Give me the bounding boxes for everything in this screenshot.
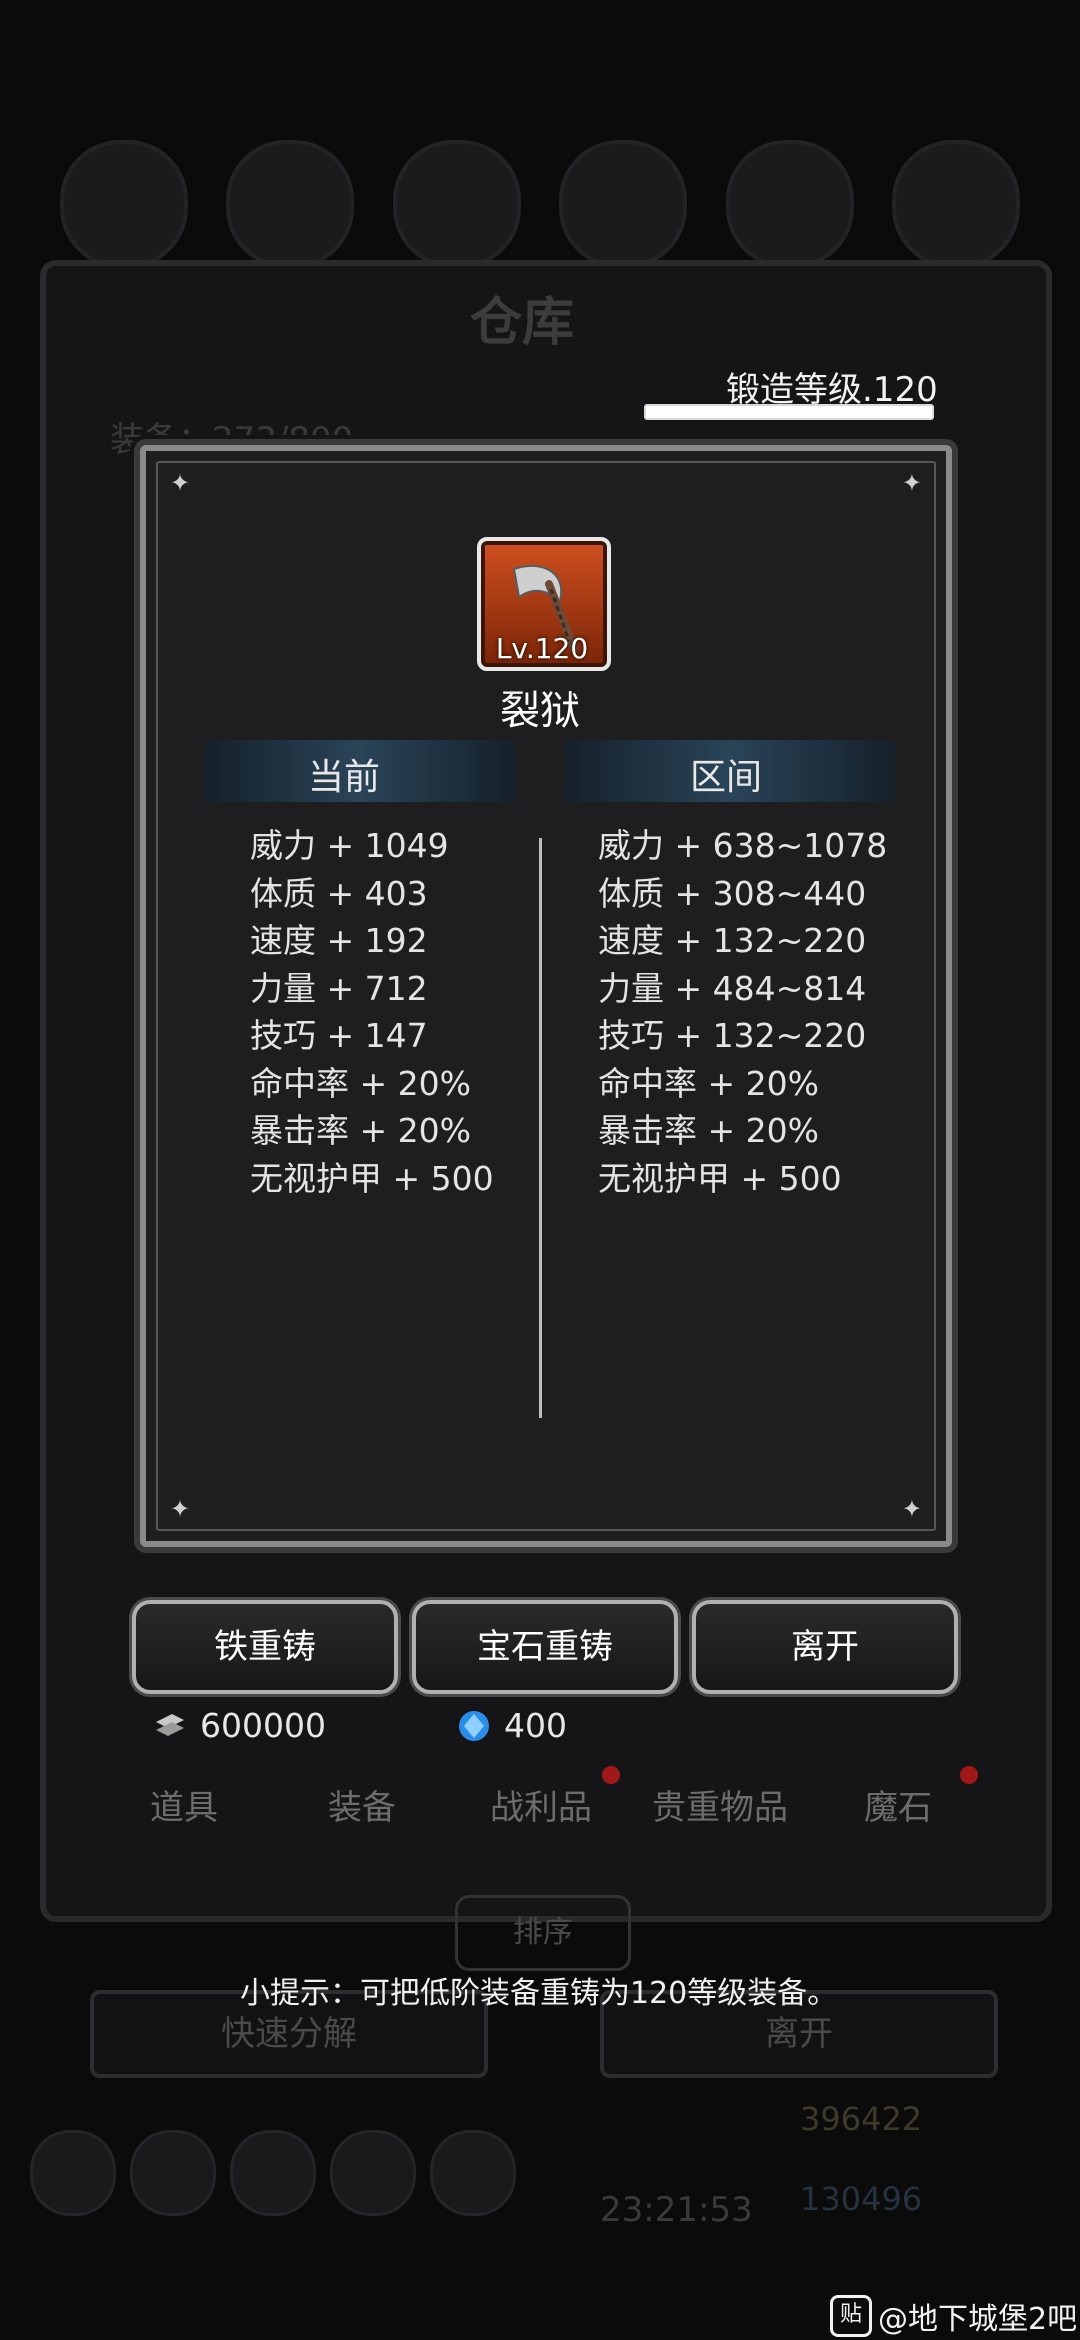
- current-stat: 无视护甲 + 500: [250, 1158, 494, 1198]
- tab-equipment[interactable]: 装备: [328, 1780, 396, 1829]
- watermark: 贴 @地下城堡2吧: [830, 2294, 1077, 2338]
- menu-icon: [230, 2130, 316, 2216]
- item-level: Lv.120: [495, 632, 589, 665]
- range-stat: 命中率 + 20%: [598, 1063, 819, 1103]
- corner-sparkle-icon: ✦: [170, 469, 191, 497]
- range-stat: 速度 + 132~220: [598, 921, 867, 960]
- range-stats-list: 威力 + 638~1078 体质 + 308~440 速度 + 132~220 …: [598, 822, 887, 1202]
- forge-progress-bar: [644, 404, 934, 420]
- category-icon: [559, 140, 688, 268]
- current-stat: 体质 + 403: [250, 873, 428, 913]
- menu-icon: [430, 2130, 516, 2216]
- category-icon: [725, 140, 854, 268]
- tieba-logo-icon: 贴: [830, 2295, 872, 2337]
- timer: 23:21:53: [600, 2190, 753, 2230]
- range-stat: 威力 + 638~1078: [598, 826, 888, 865]
- tab-magic-stones[interactable]: 魔石: [864, 1780, 932, 1829]
- current-stat: 威力 + 1049: [250, 826, 449, 865]
- range-stat: 技巧 + 132~220: [598, 1016, 867, 1055]
- background-category-icons: [60, 140, 1020, 268]
- menu-icon: [330, 2130, 416, 2216]
- range-stat: 暴击率 + 20%: [598, 1111, 819, 1150]
- current-stat: 速度 + 192: [250, 921, 428, 960]
- menu-icon: [130, 2130, 216, 2216]
- category-icon: [226, 140, 355, 268]
- tab-valuables[interactable]: 贵重物品: [652, 1780, 788, 1829]
- warehouse-tabs: 道具 装备 战利品 贵重物品 魔石: [120, 1766, 978, 1840]
- blue-gem-icon: [459, 1710, 489, 1741]
- range-stat: 体质 + 308~440: [598, 873, 867, 913]
- category-icon: [60, 140, 188, 268]
- range-stat: 力量 + 484~814: [598, 968, 867, 1008]
- current-stat: 暴击率 + 20%: [250, 1111, 471, 1150]
- loot-notification-dot: [602, 1766, 620, 1784]
- corner-sparkle-icon: ✦: [901, 469, 922, 497]
- gem-amount: 400: [504, 1706, 567, 1745]
- corner-sparkle-icon: ✦: [170, 1495, 191, 1523]
- magic-stone-notification-dot: [960, 1766, 978, 1784]
- watermark-text: @地下城堡2吧: [878, 2302, 1078, 2337]
- current-stat: 力量 + 712: [250, 968, 428, 1008]
- category-icon: [891, 140, 1020, 268]
- gold-amount: 396422: [800, 2100, 923, 2138]
- category-icon: [392, 140, 521, 268]
- iron-amount: 600000: [200, 1706, 326, 1745]
- iron-ingot-icon: [156, 1713, 184, 1736]
- menu-icon: [30, 2130, 116, 2216]
- iron-reforge-button[interactable]: 铁重铸: [132, 1600, 398, 1694]
- current-stat: 命中率 + 20%: [250, 1063, 471, 1103]
- forge-progress-fill: [646, 406, 932, 418]
- range-header: 区间: [690, 757, 763, 798]
- gem-reforge-button[interactable]: 宝石重铸: [412, 1600, 678, 1694]
- warehouse-title: 仓库: [470, 293, 575, 353]
- current-header: 当前: [308, 757, 381, 798]
- gem-amount: 130496: [800, 2180, 923, 2218]
- range-stat: 无视护甲 + 500: [598, 1158, 842, 1198]
- current-stat: 技巧 + 147: [250, 1016, 428, 1055]
- tab-loot[interactable]: 战利品: [490, 1780, 592, 1829]
- gem-currency: 400: [456, 1706, 567, 1745]
- iron-currency: 600000: [152, 1706, 326, 1745]
- column-divider: [539, 838, 542, 1418]
- item-name: 裂狱: [500, 688, 580, 734]
- sort-button: 排序: [455, 1895, 631, 1971]
- leave-button[interactable]: 离开: [692, 1600, 958, 1694]
- tab-items[interactable]: 道具: [150, 1780, 218, 1829]
- corner-sparkle-icon: ✦: [901, 1495, 922, 1523]
- tip-text: 小提示：可把低阶装备重铸为120等级装备。: [240, 1976, 838, 2011]
- current-stats-list: 威力 + 1049 体质 + 403 速度 + 192 力量 + 712 技巧 …: [250, 822, 494, 1202]
